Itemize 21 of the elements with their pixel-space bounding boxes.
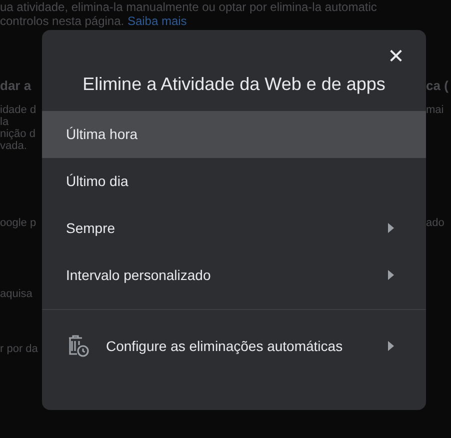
time-range-option[interactable]: Sempre (42, 205, 426, 252)
time-range-option[interactable]: Intervalo personalizado (42, 252, 426, 299)
background-text: vada. (0, 140, 28, 152)
background-text: oogle p (0, 217, 36, 229)
background-text: aquisa (0, 288, 32, 300)
close-button[interactable]: ✕ (384, 44, 408, 68)
background-text: ua atividade, elimina-la manualmente ou optar por elimina-la automatic (0, 0, 377, 14)
background-text: mai (426, 104, 444, 116)
background-text: idade d (0, 104, 36, 116)
background-text: la (0, 116, 10, 128)
section-heading: dar a (0, 80, 32, 92)
background-text: controlos nesta página. (0, 14, 124, 28)
trash-clock-icon (66, 334, 90, 358)
auto-delete-option[interactable]: Configure as eliminações automáticas (42, 310, 426, 382)
time-range-option[interactable]: Último dia (42, 158, 426, 205)
dialog-title: Elimine a Atividade da Web e de apps (82, 74, 386, 95)
background-text: ado (426, 217, 444, 229)
section-heading: ca ( (426, 80, 448, 92)
time-range-option[interactable]: Última hora (42, 111, 426, 158)
background-text: r por da (0, 343, 38, 355)
background-text: nição d (0, 128, 36, 140)
